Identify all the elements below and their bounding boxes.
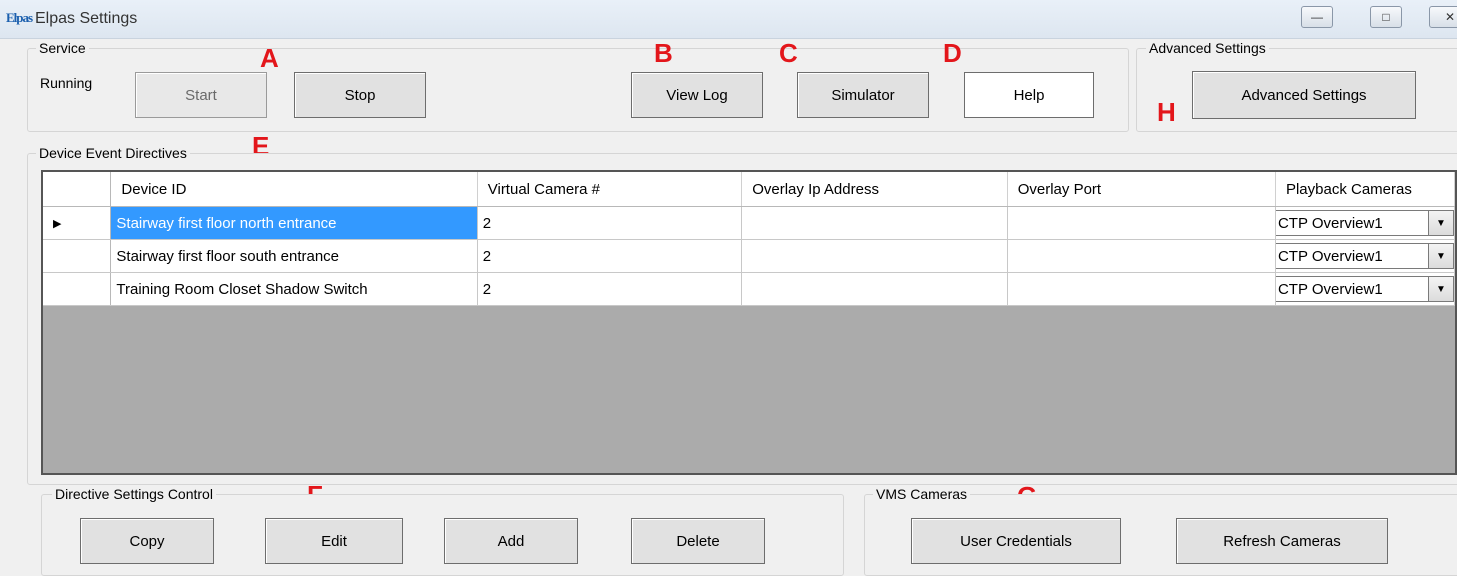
- playback-cameras-cell[interactable]: CTP Overview1 ▼: [1275, 272, 1455, 306]
- copy-button[interactable]: Copy: [80, 518, 214, 564]
- service-group-label: Service: [36, 40, 89, 56]
- table-row[interactable]: Training Room Closet Shadow Switch 2 CTP…: [43, 272, 1455, 306]
- directives-table: Device ID Virtual Camera # Overlay Ip Ad…: [43, 172, 1455, 306]
- close-button[interactable]: ✕: [1429, 6, 1457, 28]
- virtual-camera-cell[interactable]: 2: [477, 239, 743, 273]
- playback-cameras-dropdown[interactable]: CTP Overview1 ▼: [1275, 210, 1454, 236]
- edit-button[interactable]: Edit: [265, 518, 403, 564]
- overlay-ip-cell[interactable]: [741, 206, 1008, 240]
- directives-grid[interactable]: Device ID Virtual Camera # Overlay Ip Ad…: [41, 170, 1457, 475]
- annotation-marker-b: B: [654, 38, 673, 68]
- add-button[interactable]: Add: [444, 518, 578, 564]
- maximize-button[interactable]: □: [1370, 6, 1402, 28]
- start-button[interactable]: Start: [135, 72, 267, 118]
- simulator-button[interactable]: Simulator: [797, 72, 929, 118]
- advanced-settings-button[interactable]: Advanced Settings: [1192, 71, 1416, 119]
- virtual-camera-cell[interactable]: 2: [477, 206, 743, 240]
- table-row[interactable]: ▶ Stairway first floor north entrance 2 …: [43, 206, 1455, 240]
- window-title: Elpas Settings: [35, 10, 138, 27]
- column-header-overlay-ip[interactable]: Overlay Ip Address: [741, 172, 1008, 207]
- device-id-cell[interactable]: Training Room Closet Shadow Switch: [110, 272, 478, 306]
- user-credentials-button[interactable]: User Credentials: [911, 518, 1121, 564]
- minimize-button[interactable]: —: [1301, 6, 1333, 28]
- column-header-device-id[interactable]: Device ID: [110, 172, 478, 207]
- playback-cameras-dropdown[interactable]: CTP Overview1 ▼: [1275, 243, 1454, 269]
- annotation-marker-c: C: [779, 38, 798, 68]
- service-status: Running: [40, 75, 93, 91]
- annotation-marker-a: A: [260, 43, 279, 73]
- directive-control-group-label: Directive Settings Control: [52, 486, 216, 502]
- table-row[interactable]: Stairway first floor south entrance 2 CT…: [43, 239, 1455, 273]
- overlay-port-cell[interactable]: [1007, 272, 1276, 306]
- playback-cameras-cell[interactable]: CTP Overview1 ▼: [1275, 239, 1455, 273]
- title-bar: [0, 0, 1457, 39]
- advanced-settings-group-label: Advanced Settings: [1146, 40, 1269, 56]
- overlay-ip-cell[interactable]: [741, 272, 1008, 306]
- annotation-marker-d: D: [943, 38, 962, 68]
- virtual-camera-cell[interactable]: 2: [477, 272, 743, 306]
- view-log-button[interactable]: View Log: [631, 72, 763, 118]
- playback-cameras-dropdown[interactable]: CTP Overview1 ▼: [1275, 276, 1454, 302]
- vms-cameras-group-label: VMS Cameras: [873, 486, 971, 502]
- overlay-port-cell[interactable]: [1007, 206, 1276, 240]
- stop-button[interactable]: Stop: [294, 72, 426, 118]
- help-button[interactable]: Help: [964, 72, 1094, 118]
- playback-cameras-cell[interactable]: CTP Overview1 ▼: [1275, 206, 1455, 240]
- delete-button[interactable]: Delete: [631, 518, 765, 564]
- table-header-row: Device ID Virtual Camera # Overlay Ip Ad…: [43, 172, 1455, 207]
- column-header-overlay-port[interactable]: Overlay Port: [1007, 172, 1276, 207]
- directives-group-label: Device Event Directives: [36, 145, 190, 161]
- playback-cameras-value: CTP Overview1: [1277, 280, 1383, 298]
- overlay-ip-cell[interactable]: [741, 239, 1008, 273]
- app-icon: Elpas: [6, 10, 33, 25]
- device-id-cell[interactable]: Stairway first floor north entrance: [110, 206, 478, 240]
- annotation-marker-h: H: [1157, 97, 1176, 127]
- column-header-playback-cameras[interactable]: Playback Cameras: [1275, 172, 1455, 207]
- row-header[interactable]: ▶: [43, 206, 112, 240]
- dropdown-arrow-icon[interactable]: ▼: [1427, 277, 1453, 301]
- playback-cameras-value: CTP Overview1: [1277, 214, 1383, 232]
- playback-cameras-value: CTP Overview1: [1277, 247, 1383, 265]
- current-row-indicator-icon: ▶: [53, 217, 62, 230]
- row-header-corner: [43, 172, 112, 207]
- column-header-virtual-camera[interactable]: Virtual Camera #: [477, 172, 743, 207]
- refresh-cameras-button[interactable]: Refresh Cameras: [1176, 518, 1388, 564]
- overlay-port-cell[interactable]: [1007, 239, 1276, 273]
- dropdown-arrow-icon[interactable]: ▼: [1427, 244, 1453, 268]
- row-header[interactable]: [43, 272, 112, 306]
- dropdown-arrow-icon[interactable]: ▼: [1427, 211, 1453, 235]
- device-id-cell[interactable]: Stairway first floor south entrance: [110, 239, 478, 273]
- row-header[interactable]: [43, 239, 112, 273]
